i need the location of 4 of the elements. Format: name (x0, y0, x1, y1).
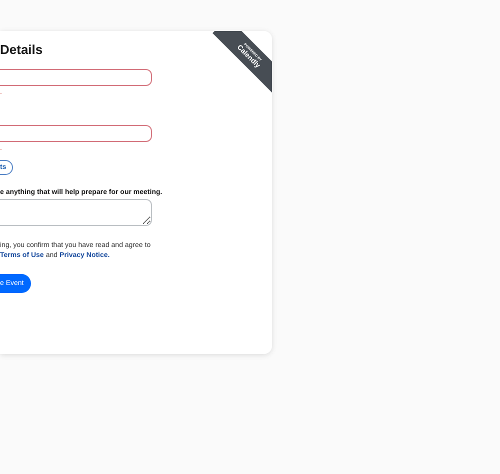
text-field[interactable] (0, 125, 152, 142)
section-heading: Details (0, 42, 43, 57)
text-field[interactable] (0, 69, 152, 86)
notes-field[interactable] (0, 199, 152, 226)
